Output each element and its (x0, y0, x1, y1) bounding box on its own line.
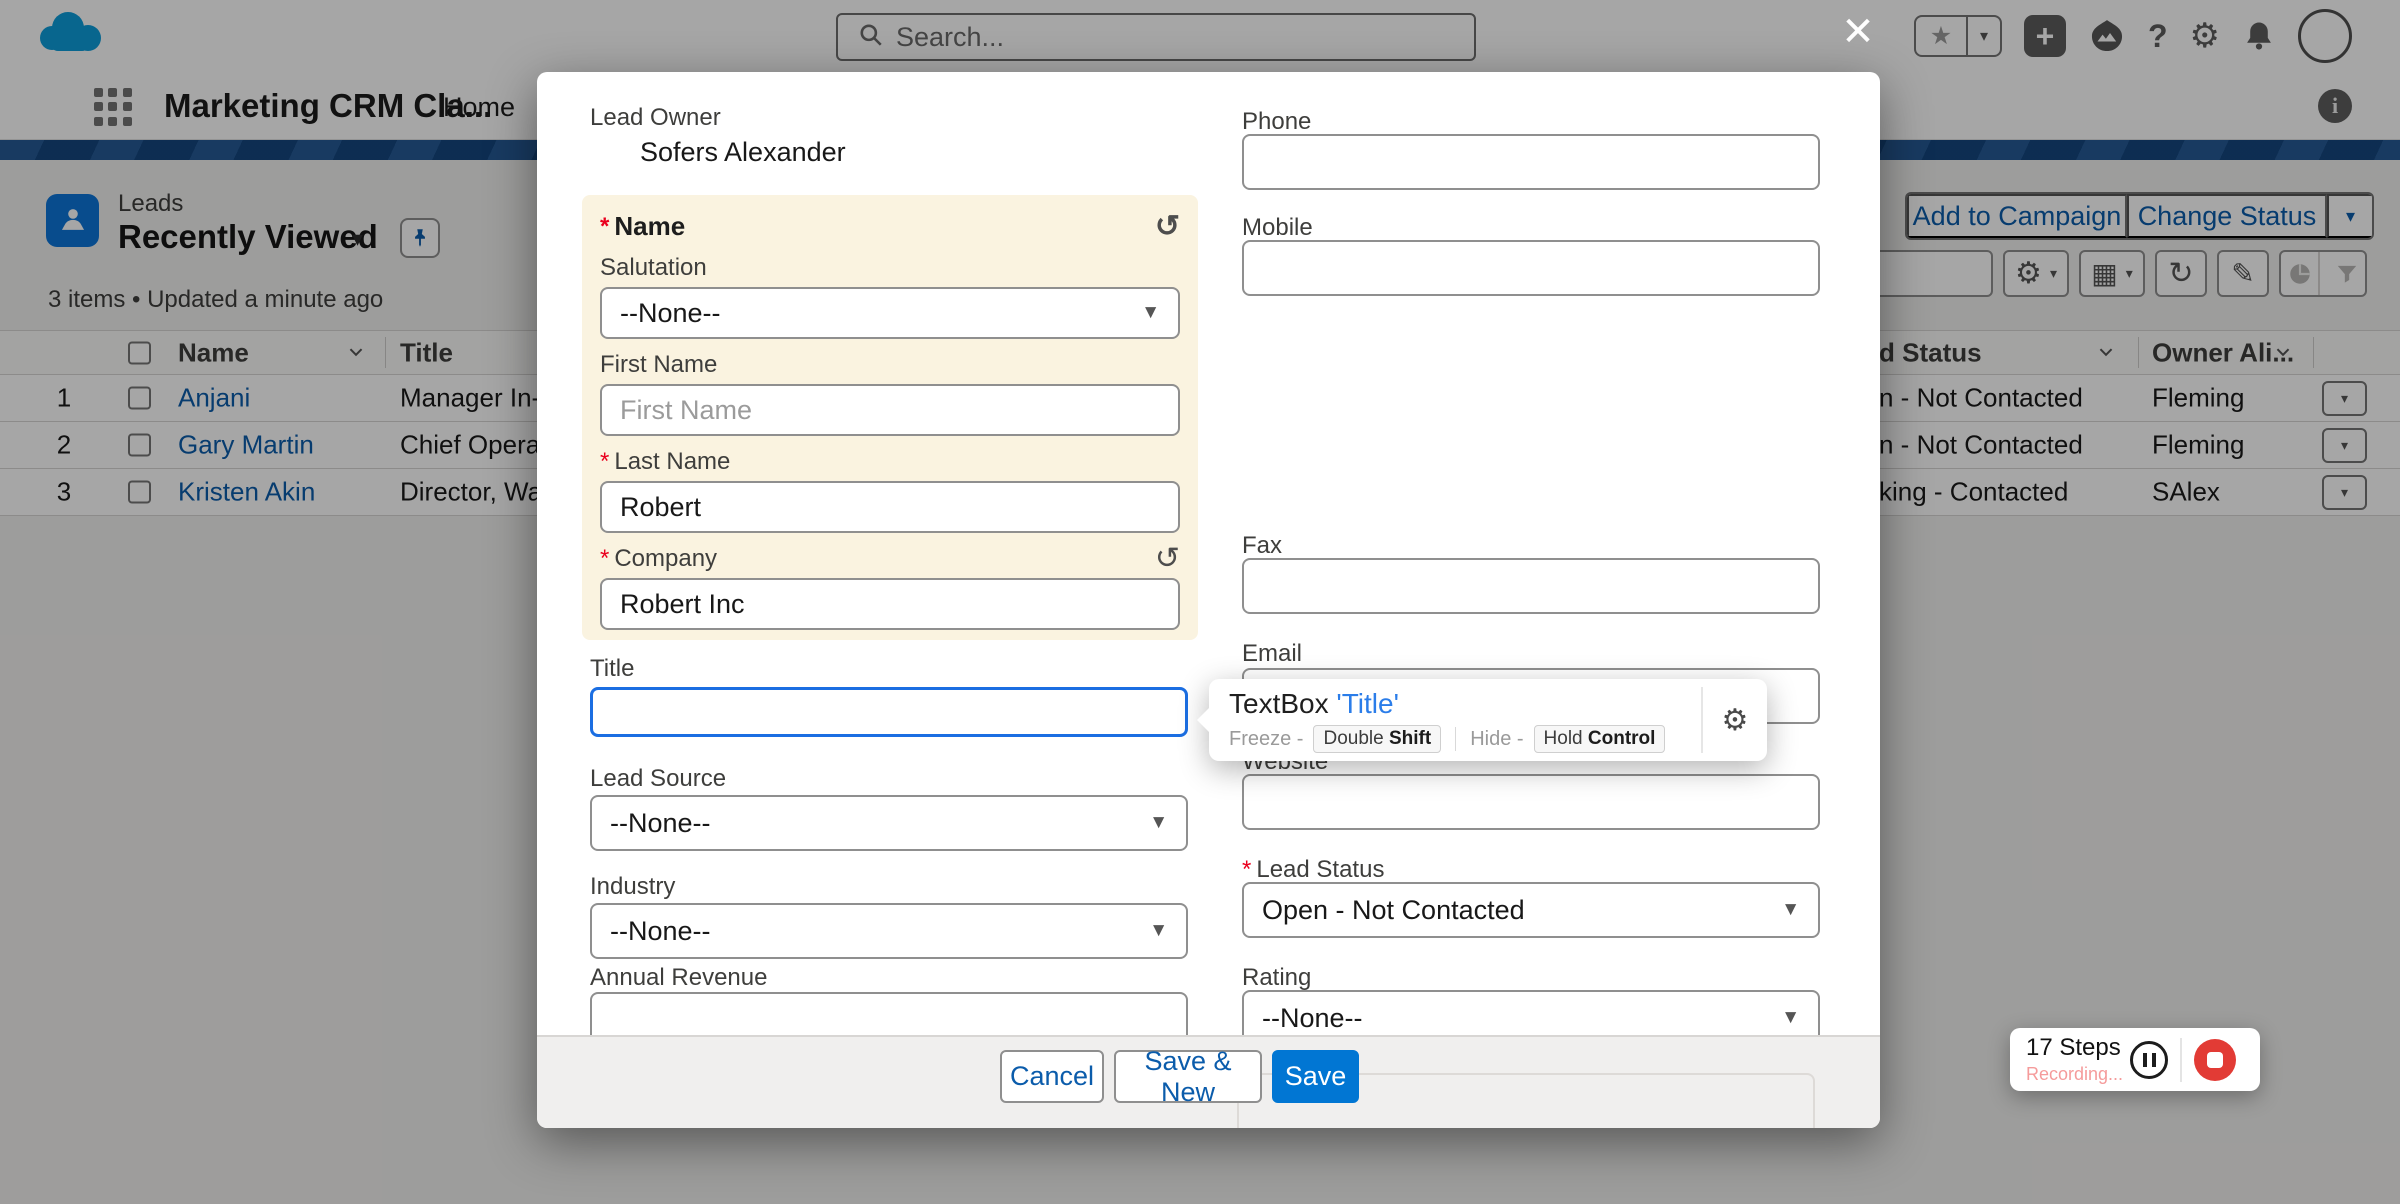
stop-icon (2207, 1052, 2223, 1068)
name-section-label: Name (614, 211, 685, 242)
industry-select[interactable]: --None-- ▼ (590, 903, 1188, 959)
industry-value: --None-- (610, 916, 711, 947)
freeze-key-bold: Shift (1389, 728, 1431, 749)
title-input-focused[interactable] (590, 687, 1188, 737)
lead-source-select[interactable]: --None-- ▼ (590, 795, 1188, 851)
lead-owner-label: Lead Owner (590, 104, 1188, 132)
lead-status-value: Open - Not Contacted (1262, 895, 1525, 926)
required-marker: * (600, 448, 609, 476)
close-icon[interactable]: ✕ (1836, 10, 1880, 54)
pause-icon (2143, 1053, 2147, 1067)
fax-input[interactable] (1242, 558, 1820, 614)
tooltip-element-name: 'Title' (1336, 688, 1399, 719)
freeze-label: Freeze - (1229, 728, 1303, 751)
salutation-label: Salutation (600, 254, 1180, 282)
lead-owner-value: Sofers Alexander (590, 134, 846, 170)
select-caret-down-icon: ▼ (1781, 1007, 1800, 1029)
lead-source-value: --None-- (610, 808, 711, 839)
first-name-input[interactable]: First Name (600, 384, 1180, 436)
salutation-value: --None-- (620, 298, 721, 329)
salutation-select[interactable]: --None-- ▼ (600, 287, 1180, 339)
hide-label: Hide - (1470, 728, 1523, 751)
pause-button[interactable] (2130, 1041, 2168, 1079)
industry-label: Industry (590, 873, 1188, 901)
recorder-widget: 17 Steps Recording... (2010, 1028, 2260, 1091)
hide-shortcut-chip: Hold Control (1534, 725, 1666, 753)
last-name-input[interactable]: Robert (600, 481, 1180, 533)
undo-icon[interactable]: ↺ (1155, 214, 1180, 240)
pause-icon (2152, 1053, 2156, 1067)
last-name-label-text: Last Name (614, 448, 730, 476)
last-name-value: Robert (620, 492, 701, 523)
company-label-text: Company (614, 545, 717, 573)
first-name-label: First Name (600, 351, 1180, 379)
required-marker: * (600, 545, 609, 573)
recorder-status: Recording... (2026, 1064, 2130, 1085)
company-input[interactable]: Robert Inc (600, 578, 1180, 630)
company-label: * Company ↺ (600, 545, 1180, 573)
select-caret-down-icon: ▼ (1149, 812, 1168, 834)
owner-name: Sofers Alexander (640, 137, 846, 168)
select-caret-down-icon: ▼ (1141, 302, 1160, 324)
hide-key-bold: Control (1588, 728, 1656, 749)
modal-footer: Cancel Save & New Save (537, 1035, 1880, 1128)
name-compound-section: * Name ↺ Salutation --None-- ▼ First Nam… (582, 195, 1198, 640)
tooltip-settings-gear-icon[interactable]: ⚙ (1703, 679, 1767, 761)
divider (1455, 727, 1456, 751)
tooltip-element-type: TextBox (1229, 688, 1329, 719)
required-marker: * (600, 213, 609, 241)
phone-input[interactable] (1242, 134, 1820, 190)
divider (2180, 1038, 2182, 1082)
mobile-label: Mobile (1242, 214, 1820, 242)
required-marker: * (1242, 856, 1251, 884)
freeze-key: Double (1323, 728, 1383, 749)
new-lead-modal: Lead Owner Sofers Alexander * Name ↺ Sal… (537, 72, 1880, 1128)
save-and-new-button[interactable]: Save & New (1114, 1050, 1262, 1103)
cancel-button[interactable]: Cancel (1000, 1050, 1104, 1103)
email-label: Email (1242, 640, 1820, 668)
rating-value: --None-- (1262, 1003, 1363, 1034)
hide-key: Hold (1544, 728, 1583, 749)
owner-avatar (590, 134, 626, 170)
freeze-shortcut-chip: Double Shift (1313, 725, 1441, 753)
phone-label: Phone (1242, 108, 1820, 136)
lead-source-label: Lead Source (590, 765, 1188, 793)
inspector-tooltip: TextBox 'Title' Freeze - Double Shift Hi… (1209, 679, 1767, 761)
select-caret-down-icon: ▼ (1781, 899, 1800, 921)
lead-status-label-text: Lead Status (1256, 856, 1384, 884)
lead-status-label: * Lead Status (1242, 856, 1820, 884)
name-section-header: * Name ↺ (600, 211, 1180, 242)
rating-label: Rating (1242, 964, 1820, 992)
company-value: Robert Inc (620, 589, 745, 620)
select-caret-down-icon: ▼ (1149, 920, 1168, 942)
app-root: Search... ★ ▾ + ? ⚙ Marketing CRM Cla...… (0, 0, 2400, 1204)
website-input[interactable] (1242, 774, 1820, 830)
tooltip-caret-left-icon (1197, 707, 1210, 733)
lead-status-select[interactable]: Open - Not Contacted ▼ (1242, 882, 1820, 938)
last-name-label: * Last Name (600, 448, 1180, 476)
annual-revenue-label: Annual Revenue (590, 964, 1188, 992)
first-name-placeholder: First Name (620, 395, 752, 426)
tooltip-body: TextBox 'Title' Freeze - Double Shift Hi… (1209, 679, 1701, 761)
stop-recording-button[interactable] (2194, 1039, 2236, 1081)
recorder-steps-count: 17 Steps (2026, 1034, 2130, 1062)
mobile-input[interactable] (1242, 240, 1820, 296)
save-button[interactable]: Save (1272, 1050, 1359, 1103)
title-label: Title (590, 655, 1188, 683)
fax-label: Fax (1242, 532, 1820, 560)
undo-icon[interactable]: ↺ (1155, 546, 1180, 572)
